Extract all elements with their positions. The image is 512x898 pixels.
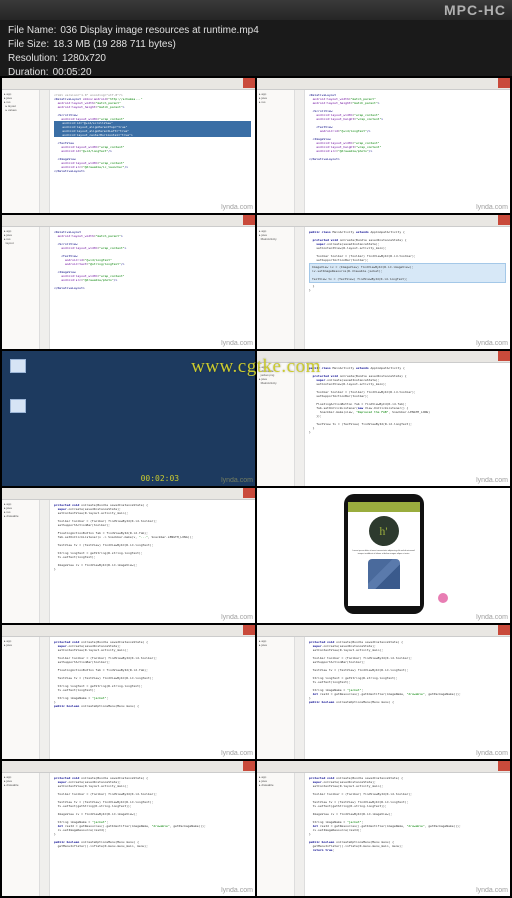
project-tree: ▸ app▸ java▸ res layout <box>2 227 40 350</box>
line-gutter <box>295 773 305 896</box>
line-gutter <box>40 227 50 350</box>
project-tree: ▸ app▸ java▸ drawable <box>257 773 295 896</box>
close-icon <box>243 625 255 635</box>
line-gutter <box>295 90 305 213</box>
ide-menubar <box>2 625 255 637</box>
project-tree: ▸ app▸ java▸ res <box>257 90 295 213</box>
code-editor: protected void onCreate(Bundle savedInst… <box>305 637 510 760</box>
thumb-7[interactable]: ▸ app▸ java▸ res▸ drawable protected voi… <box>2 488 255 623</box>
code-editor: public class MainActivity extends AppCom… <box>305 227 510 350</box>
project-tree: ▸ app▸ drawable jacket.png▸ java MainAct… <box>257 363 295 486</box>
watermark: lynda.com <box>221 204 253 211</box>
code-editor: <RelativeLayout android:layout_width="ma… <box>50 227 255 350</box>
app-bar <box>348 502 420 512</box>
thumb-1[interactable]: ▸ app▸ java▸ res ▸ layout ▸ values <?xml… <box>2 78 255 213</box>
ide-menubar <box>257 78 510 90</box>
line-gutter <box>295 637 305 760</box>
project-tree: ▸ app▸ java▸ res▸ drawable <box>2 500 40 623</box>
ide-menubar <box>2 78 255 90</box>
watermark: lynda.com <box>476 340 508 347</box>
thumb-9[interactable]: ▸ app▸ java protected void onCreate(Bund… <box>2 625 255 760</box>
brand-logo: h' <box>369 516 399 546</box>
file-metadata: File Name: 036 Display image resources a… <box>0 20 512 76</box>
thumb-12[interactable]: ▸ app▸ java▸ drawable protected void onC… <box>257 761 510 896</box>
line-gutter <box>40 773 50 896</box>
code-editor: protected void onCreate(Bundle savedInst… <box>50 500 255 623</box>
watermark: lynda.com <box>476 204 508 211</box>
ide-menubar <box>2 761 255 773</box>
watermark: lynda.com <box>476 750 508 757</box>
resolution-value: 1280x720 <box>62 52 106 66</box>
watermark: lynda.com <box>476 614 508 621</box>
project-tree: ▸ app▸ java <box>257 637 295 760</box>
overlay-url: www.cgtke.com <box>191 356 321 378</box>
timestamp: 00:02:03 <box>141 474 180 483</box>
thumb-10[interactable]: ▸ app▸ java protected void onCreate(Bund… <box>257 625 510 760</box>
device-frame: h' Lorem ipsum dolor sit amet consectetu… <box>344 494 424 614</box>
ide-menubar <box>257 761 510 773</box>
ide-menubar <box>257 625 510 637</box>
watermark: lynda.com <box>476 887 508 894</box>
project-tree: ▸ app▸ java▸ drawable <box>2 773 40 896</box>
desktop-file-icon <box>10 399 26 413</box>
close-icon <box>243 761 255 771</box>
thumbnail-grid: ▸ app▸ java▸ res ▸ layout ▸ values <?xml… <box>0 76 512 898</box>
ide-menubar <box>2 488 255 500</box>
app-name: MPC-HC <box>444 2 506 18</box>
close-icon <box>498 625 510 635</box>
filesize-label: File Size: <box>8 38 49 52</box>
close-icon <box>498 761 510 771</box>
project-tree: ▸ app▸ java MainActivity <box>257 227 295 350</box>
thumb-2[interactable]: ▸ app▸ java▸ res <RelativeLayout android… <box>257 78 510 213</box>
line-gutter <box>40 637 50 760</box>
close-icon <box>243 488 255 498</box>
code-editor: public class MainActivity extends AppCom… <box>305 363 510 486</box>
resolution-label: Resolution: <box>8 52 58 66</box>
filename-label: File Name: <box>8 24 56 38</box>
desktop-file-icon <box>10 359 26 373</box>
close-icon <box>243 78 255 88</box>
watermark: lynda.com <box>221 614 253 621</box>
watermark: lynda.com <box>476 477 508 484</box>
thumb-11[interactable]: ▸ app▸ java▸ drawable protected void onC… <box>2 761 255 896</box>
watermark: lynda.com <box>221 750 253 757</box>
close-icon <box>498 78 510 88</box>
fab-button <box>438 593 448 603</box>
code-editor: protected void onCreate(Bundle savedInst… <box>50 773 255 896</box>
device-screen: h' Lorem ipsum dolor sit amet consectetu… <box>348 502 420 606</box>
close-icon <box>498 351 510 361</box>
line-gutter <box>40 500 50 623</box>
thumb-3[interactable]: ▸ app▸ java▸ res layout <RelativeLayout … <box>2 215 255 350</box>
filename-value: 036 Display image resources at runtime.m… <box>60 24 258 38</box>
thumb-4[interactable]: ▸ app▸ java MainActivity public class Ma… <box>257 215 510 350</box>
watermark: lynda.com <box>221 340 253 347</box>
project-tree: ▸ app▸ java▸ res ▸ layout ▸ values <box>2 90 40 213</box>
body-text: Lorem ipsum dolor sit amet consectetur a… <box>348 550 420 556</box>
code-editor: protected void onCreate(Bundle savedInst… <box>50 637 255 760</box>
close-icon <box>243 215 255 225</box>
filesize-value: 18.3 MB (19 288 711 bytes) <box>53 38 176 52</box>
ide-menubar <box>2 215 255 227</box>
code-editor: <?xml version="1.0" encoding="utf-8"?> <… <box>50 90 255 213</box>
line-gutter <box>40 90 50 213</box>
watermark: lynda.com <box>221 477 253 484</box>
watermark: lynda.com <box>221 887 253 894</box>
product-image <box>368 559 400 589</box>
app-titlebar: MPC-HC <box>0 0 512 20</box>
line-gutter <box>295 227 305 350</box>
ide-menubar <box>257 215 510 227</box>
thumb-8-phone[interactable]: h' Lorem ipsum dolor sit amet consectetu… <box>257 488 510 623</box>
code-editor: <RelativeLayout android:layout_width="ma… <box>305 90 510 213</box>
project-tree: ▸ app▸ java <box>2 637 40 760</box>
close-icon <box>498 215 510 225</box>
line-gutter <box>295 363 305 486</box>
code-editor: protected void onCreate(Bundle savedInst… <box>305 773 510 896</box>
